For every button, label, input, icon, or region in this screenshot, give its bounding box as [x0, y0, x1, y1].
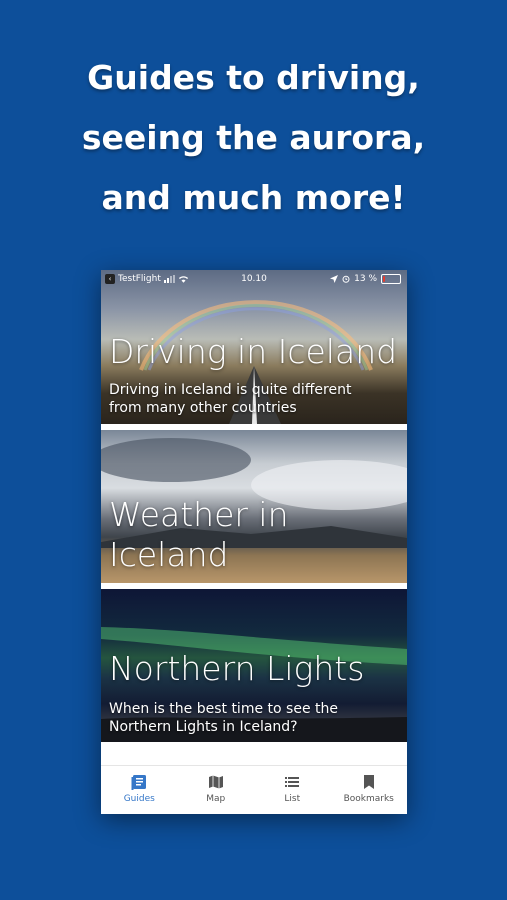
- status-bar: ‹ TestFlight 10.10 13 %: [101, 270, 407, 290]
- card-title: Driving in Iceland: [109, 332, 398, 371]
- battery-icon: [381, 274, 401, 284]
- phone-screen: ‹ TestFlight 10.10 13 % Driving in Icela…: [101, 270, 407, 814]
- card-title-line-2: Iceland: [109, 535, 229, 574]
- tab-bookmarks[interactable]: Bookmarks: [331, 766, 408, 814]
- tab-map[interactable]: Map: [178, 766, 255, 814]
- guide-card-weather[interactable]: Weather in Iceland: [101, 430, 407, 583]
- guides-icon: [131, 775, 147, 790]
- headline-line-1: Guides to driving,: [87, 58, 420, 97]
- battery-percent: 13 %: [354, 274, 377, 284]
- card-title-line-1: Weather in: [109, 495, 289, 534]
- headline-line-2: seeing the aurora,: [81, 118, 426, 157]
- tab-label: List: [284, 794, 301, 804]
- location-arrow-icon: [330, 275, 339, 283]
- tab-bar: Guides Map List Bookmarks: [101, 765, 407, 814]
- tab-label: Map: [206, 794, 226, 804]
- promo-headline: Guides to driving, seeing the aurora, an…: [0, 48, 507, 228]
- tab-guides[interactable]: Guides: [101, 766, 178, 814]
- list-icon: [285, 777, 300, 787]
- tab-label: Guides: [123, 794, 155, 804]
- card-subtitle-line-1: Driving in Iceland is quite different: [109, 382, 352, 398]
- guide-card-driving[interactable]: Driving in Iceland Driving in Iceland is…: [101, 270, 407, 424]
- guide-card-northern-lights[interactable]: Northern Lights When is the best time to…: [101, 589, 407, 742]
- card-subtitle-line-2: Northern Lights in Iceland?: [109, 719, 298, 735]
- card-subtitle-line-2: from many other countries: [109, 400, 297, 416]
- map-icon: [208, 775, 223, 789]
- headline-line-3: and much more!: [101, 178, 406, 217]
- bookmark-icon: [363, 775, 374, 789]
- tab-list[interactable]: List: [254, 766, 331, 814]
- card-title: Northern Lights: [109, 649, 365, 688]
- battery-fill: [383, 276, 385, 282]
- card-subtitle-line-1: When is the best time to see the: [109, 701, 338, 717]
- alarm-icon: [342, 275, 350, 283]
- tab-label: Bookmarks: [343, 794, 394, 804]
